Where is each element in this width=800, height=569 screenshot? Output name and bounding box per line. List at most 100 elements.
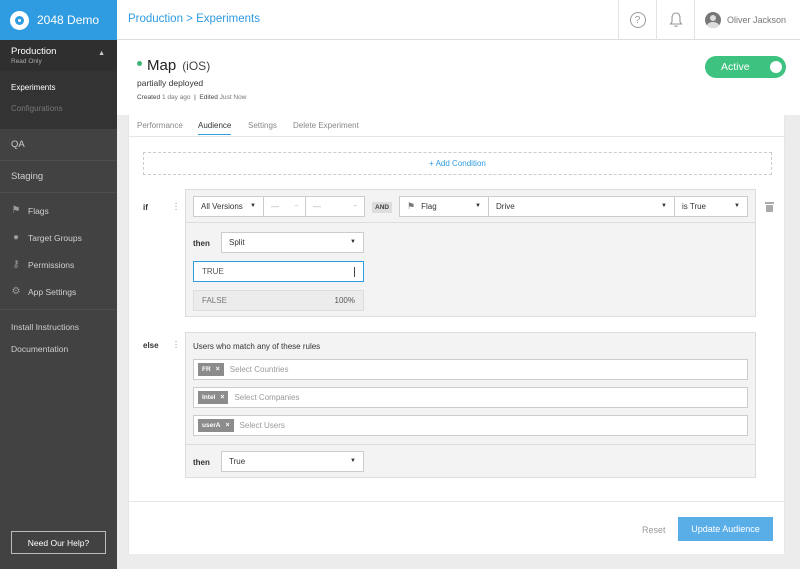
trash-icon[interactable]	[765, 202, 774, 212]
user-chip[interactable]: userA ×	[198, 419, 234, 432]
tab-settings[interactable]: Settings	[248, 121, 277, 130]
help-links: Install Instructions Documentation	[0, 310, 117, 360]
else-then-select[interactable]: True ▼	[221, 451, 364, 472]
companies-input[interactable]: Intel × Select Companies	[193, 387, 748, 408]
flag-icon: ⚑	[11, 204, 21, 216]
app-logo-icon	[10, 10, 29, 30]
if-then-select[interactable]: Split ▼	[221, 232, 364, 253]
tab-performance[interactable]: Performance	[137, 121, 183, 130]
app-name: 2048 Demo	[37, 13, 100, 27]
environment-menu: Experiments Configurations	[0, 71, 117, 129]
breadcrumb[interactable]: Production > Experiments	[128, 13, 260, 25]
nav-experiments[interactable]: Experiments	[0, 77, 117, 98]
environment-name: Production	[11, 46, 57, 57]
environment-subtitle: Read Only	[11, 58, 42, 65]
created-value: 1 day ago	[161, 94, 191, 101]
user-chip-label: userA	[202, 422, 221, 429]
company-chip-label: Intel	[202, 394, 216, 401]
nav-configurations[interactable]: Configurations	[0, 98, 117, 119]
sidebar: 2048 Demo Production Read Only ▲ Experim…	[0, 0, 117, 569]
if-label: if	[143, 203, 148, 212]
chevron-down-icon: ▼	[661, 203, 667, 209]
rule-drag-handle-icon[interactable]: · · ·	[174, 199, 178, 215]
card-footer: Reset Update Audience	[129, 501, 784, 554]
if-then-label: then	[193, 239, 210, 248]
from-version-select[interactable]: — –	[263, 196, 306, 217]
nav-flags-label: Flags	[28, 205, 49, 216]
nav-app-settings-label: App Settings	[28, 286, 77, 297]
bell-icon	[668, 12, 683, 27]
from-version-value: —	[271, 202, 279, 211]
avatar	[705, 12, 721, 28]
chevron-down-icon: –	[294, 203, 298, 209]
chevron-down-icon: ▼	[734, 203, 740, 209]
else-rule-header: Users who match any of these rules	[193, 342, 321, 351]
update-audience-button[interactable]: Update Audience	[678, 517, 773, 541]
caret-up-icon: ▲	[98, 50, 105, 57]
else-then-value: True	[229, 457, 246, 466]
tab-delete-experiment[interactable]: Delete Experiment	[293, 121, 359, 130]
users-placeholder: Select Users	[239, 421, 285, 430]
environment-switcher[interactable]: Production Read Only ▲	[0, 40, 117, 71]
toggle-knob	[770, 61, 782, 73]
version-select[interactable]: All Versions ▼	[193, 196, 264, 217]
experiment-name: Map	[147, 57, 177, 74]
add-condition-button[interactable]: + Add Condition	[143, 152, 772, 175]
active-toggle-label: Active	[721, 61, 750, 73]
else-label: else	[143, 341, 159, 350]
country-chip[interactable]: FR ×	[198, 363, 224, 376]
if-rule-conditions: All Versions ▼ — – — – AND ⚑ Flag ▼ Driv…	[186, 190, 755, 223]
env-staging[interactable]: Staging	[0, 161, 117, 193]
question-icon: ?	[629, 12, 646, 28]
close-icon[interactable]: ×	[225, 422, 229, 429]
topbar: Production > Experiments ? Oliver Jackso…	[117, 0, 800, 40]
chevron-down-icon: ▼	[350, 458, 356, 464]
notifications-button[interactable]	[656, 0, 694, 40]
condition-operator-select[interactable]: is True ▼	[674, 196, 748, 217]
help-button[interactable]: ?	[618, 0, 656, 40]
condition-type-select[interactable]: ⚑ Flag ▼	[399, 196, 489, 217]
countries-placeholder: Select Countries	[229, 365, 289, 374]
chevron-down-icon: ▼	[250, 203, 256, 209]
edited-value: Just Now	[219, 94, 247, 101]
tab-bar: Performance Audience Settings Delete Exp…	[129, 115, 786, 137]
users-input[interactable]: userA × Select Users	[193, 415, 748, 436]
flag-select[interactable]: Drive ▼	[488, 196, 675, 217]
app-brand[interactable]: 2048 Demo	[0, 0, 117, 40]
split-false-input[interactable]: FALSE 100%	[193, 290, 364, 311]
and-label: AND	[372, 202, 393, 213]
gear-icon: ⚙	[11, 285, 21, 297]
documentation-link[interactable]: Documentation	[0, 338, 117, 360]
nav-app-settings[interactable]: ⚙ App Settings	[0, 278, 117, 305]
env-qa[interactable]: QA	[0, 129, 117, 161]
chevron-down-icon: ▼	[350, 239, 356, 245]
key-icon: ⚷	[12, 258, 20, 270]
split-true-input[interactable]: TRUE	[193, 261, 364, 282]
to-version-select[interactable]: — –	[305, 196, 365, 217]
nav-target-groups[interactable]: ● Target Groups	[0, 224, 117, 251]
nav-permissions[interactable]: ⚷ Permissions	[0, 251, 117, 278]
tab-audience[interactable]: Audience	[198, 121, 232, 135]
nav-flags[interactable]: ⚑ Flags	[0, 197, 117, 224]
active-toggle[interactable]: Active	[705, 56, 786, 78]
nav-permissions-label: Permissions	[28, 259, 75, 270]
rule-drag-handle-icon[interactable]: · · ·	[174, 337, 178, 353]
text-cursor	[354, 267, 355, 277]
experiment-platform: (iOS)	[182, 59, 211, 73]
if-then-value: Split	[229, 238, 245, 247]
split-false-label: FALSE	[202, 296, 227, 305]
reset-button[interactable]: Reset	[642, 525, 666, 535]
company-chip[interactable]: Intel ×	[198, 391, 229, 404]
close-icon[interactable]: ×	[220, 394, 224, 401]
experiment-meta: Created 1 day ago | Edited Just Now	[137, 94, 247, 101]
user-menu[interactable]: Oliver Jackson	[694, 0, 800, 40]
nav-target-groups-label: Target Groups	[28, 232, 82, 243]
need-help-button[interactable]: Need Our Help?	[11, 531, 106, 554]
tools-menu: ⚑ Flags ● Target Groups ⚷ Permissions ⚙ …	[0, 193, 117, 310]
countries-input[interactable]: FR × Select Countries	[193, 359, 748, 380]
users-icon: ●	[12, 231, 20, 243]
close-icon[interactable]: ×	[216, 366, 220, 373]
install-instructions-link[interactable]: Install Instructions	[0, 316, 117, 338]
condition-type-value: Flag	[421, 202, 437, 211]
experiment-title: Map (iOS)	[137, 57, 210, 74]
